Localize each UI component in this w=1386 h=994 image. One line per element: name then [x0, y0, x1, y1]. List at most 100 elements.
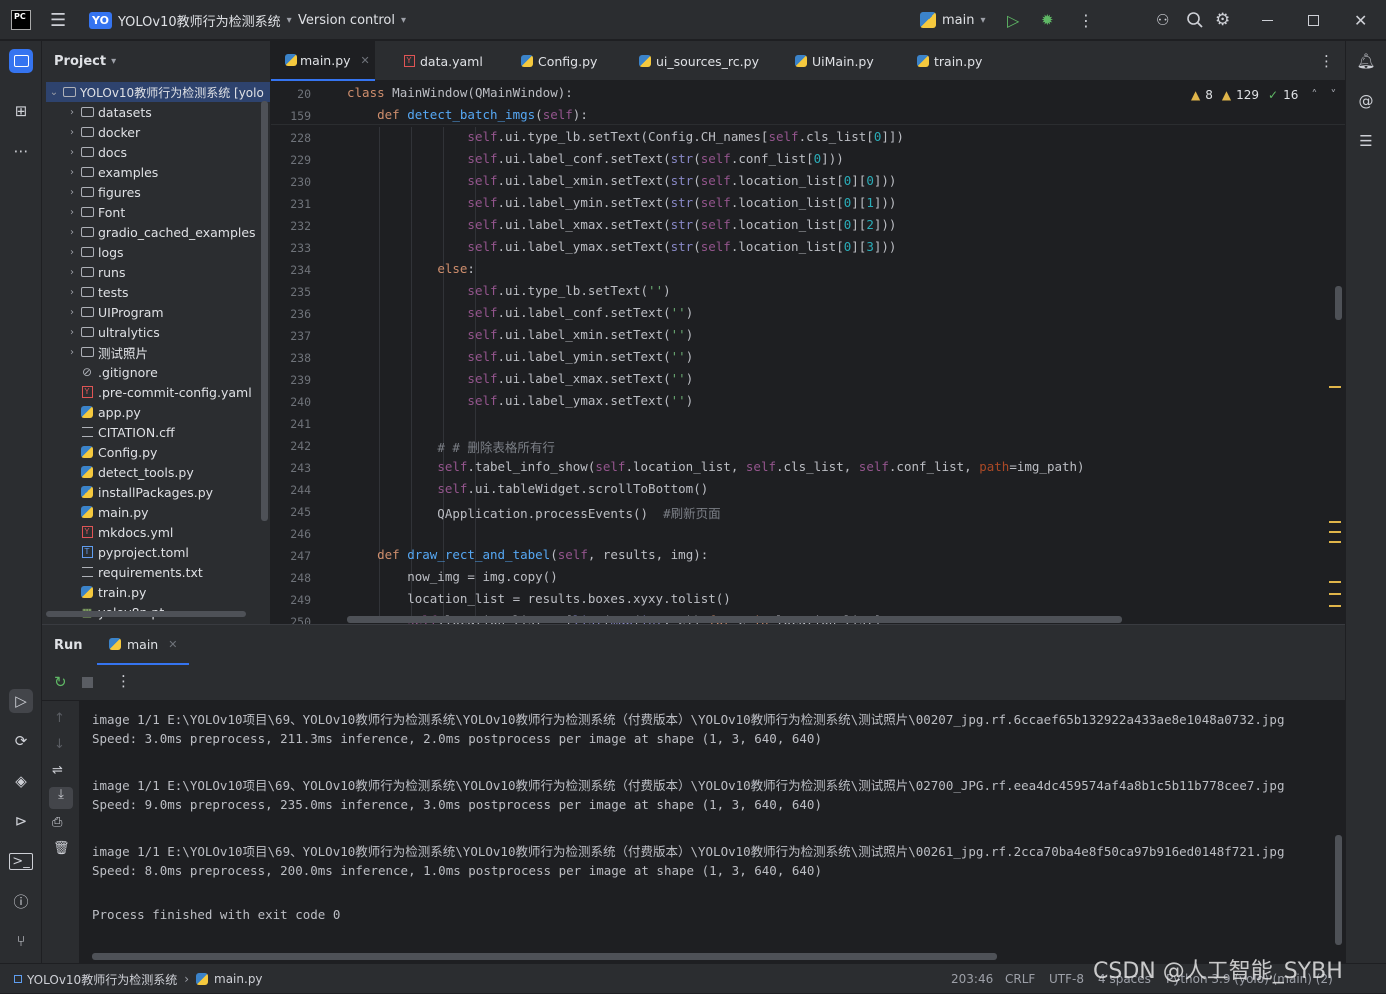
close-window-button[interactable]: ✕ [1354, 0, 1367, 40]
tree-item[interactable]: › UIProgram [65, 302, 164, 322]
python-packages-button[interactable]: ⟳ [9, 729, 33, 753]
console-scrollbar[interactable] [1335, 835, 1342, 945]
tree-item[interactable]: ⊘ .gitignore [65, 362, 158, 382]
tree-root[interactable]: ⌄ YOLOv10教师行为检测系统 [yolo [47, 82, 264, 102]
play-icon: ▷ [15, 692, 27, 710]
tree-item[interactable]: installPackages.py [65, 482, 213, 502]
tab-ui-sources-rc-py[interactable]: ui_sources_rc.py [623, 41, 773, 81]
code-line: self.ui.label_xmax.setText('') [467, 371, 694, 386]
version-control-menu[interactable]: Version control ▾ [298, 0, 406, 40]
scroll-down-button[interactable]: ↓ [54, 737, 65, 752]
tree-item[interactable]: › examples [65, 162, 158, 182]
editor-hscrollbar[interactable] [347, 616, 1122, 623]
inspection-widget[interactable]: ▲ 8 ▲ 129 ✓ 16 ˄ ˅ [1191, 85, 1336, 105]
warning-marker[interactable] [1329, 521, 1341, 523]
tree-item[interactable]: › datasets [65, 102, 152, 122]
warning-marker[interactable] [1329, 581, 1341, 583]
tree-item[interactable]: › tests [65, 282, 129, 302]
tab-options-button[interactable]: ⋮ [1319, 41, 1334, 81]
project-panel-header[interactable]: Project ▾ [54, 41, 116, 81]
tree-item[interactable]: › ultralytics [65, 322, 160, 342]
line-number: 244 [290, 483, 311, 497]
terminal-tool-button[interactable]: >_ [9, 849, 33, 873]
tree-item[interactable]: › figures [65, 182, 141, 202]
tree-item[interactable]: Config.py [65, 442, 157, 462]
more-options-button[interactable]: ⋮ [116, 672, 131, 690]
run-tab-main[interactable]: main ✕ [97, 625, 190, 665]
services-tool-button[interactable]: ⊳ [9, 809, 33, 833]
close-icon[interactable]: ✕ [361, 54, 370, 67]
tree-item[interactable]: › Font [65, 202, 125, 222]
pycharm-logo[interactable]: PC [11, 0, 31, 40]
close-icon[interactable]: ✕ [168, 638, 177, 651]
project-scrollbar[interactable] [261, 101, 268, 521]
stop-button[interactable] [82, 677, 93, 688]
tab-config-py[interactable]: Config.py [505, 41, 611, 81]
tree-item[interactable]: › logs [65, 242, 124, 262]
soft-wrap-button[interactable]: ⇌ [52, 763, 63, 778]
more-tools-button[interactable]: ⋯ [9, 139, 33, 163]
tree-item[interactable]: CITATION.cff [65, 422, 175, 442]
file-encoding[interactable]: UTF-8 [1049, 964, 1084, 994]
clear-button[interactable]: 🗑︎ [53, 841, 70, 856]
print-button[interactable]: ⎙ [52, 815, 62, 830]
project-tool-button[interactable] [9, 49, 33, 73]
warning-marker[interactable] [1329, 531, 1341, 533]
editor-scrollbar[interactable] [1335, 286, 1342, 320]
yaml-file-icon: Y [79, 385, 95, 399]
breadcrumb-project[interactable]: YOLOv10教师行为检测系统 [27, 971, 177, 988]
console-hscrollbar[interactable] [92, 953, 997, 960]
warning-marker[interactable] [1329, 593, 1341, 595]
tree-item[interactable]: detect_tools.py [65, 462, 194, 482]
main-menu-icon[interactable]: ☰ [50, 0, 66, 40]
tree-item[interactable]: Tpyproject.toml [65, 542, 189, 562]
caret-position[interactable]: 203:46 [951, 964, 993, 994]
git-tool-button[interactable]: ⑂ [9, 929, 33, 953]
maximize-button[interactable] [1308, 0, 1319, 40]
tree-item[interactable]: › gradio_cached_examples [65, 222, 256, 242]
settings-button[interactable]: ⚙ [1215, 0, 1230, 40]
tree-item[interactable]: Ymkdocs.yml [65, 522, 173, 542]
more-actions-button[interactable]: ⋮ [1078, 0, 1094, 40]
tab-main-py[interactable]: main.py ✕ [271, 41, 375, 81]
project-switcher[interactable]: YO YOLOv10教师行为检测系统 ▾ [89, 0, 292, 40]
debug-button[interactable]: ✹ [1041, 0, 1054, 40]
tab-train-py[interactable]: train.py [901, 41, 996, 81]
warning-marker[interactable] [1329, 386, 1341, 388]
minimize-button[interactable] [1262, 0, 1273, 40]
search-button[interactable] [1186, 0, 1204, 40]
tree-item[interactable]: requirements.txt [65, 562, 203, 582]
database-button[interactable]: ☰ [1354, 129, 1378, 153]
tab-uimain-py[interactable]: UiMain.py [779, 41, 888, 81]
tree-item[interactable]: Y .pre-commit-config.yaml [65, 382, 252, 402]
tab-data-yaml[interactable]: Ydata.yaml [387, 41, 497, 81]
notifications-button[interactable]: 🔔︎ [1354, 49, 1378, 73]
tree-item[interactable]: train.py [65, 582, 146, 602]
structure-tool-button[interactable]: ⊞ [9, 99, 33, 123]
line-number: 240 [290, 395, 311, 409]
tree-item[interactable]: › docker [65, 122, 140, 142]
warning-marker[interactable] [1329, 541, 1341, 543]
run-tool-button[interactable]: ▷ [9, 689, 33, 713]
tree-item[interactable]: › 测试照片 [65, 342, 148, 362]
scroll-to-end-button[interactable]: ⤓ [49, 787, 73, 809]
code-with-me-button[interactable]: ⚇ [1156, 0, 1169, 40]
problems-tool-button[interactable]: ⓘ [9, 889, 33, 913]
tree-item[interactable]: main.py [65, 502, 149, 522]
scroll-up-button[interactable]: ↑ [54, 711, 65, 726]
tree-item[interactable]: › runs [65, 262, 126, 282]
tree-item-label: app.py [98, 404, 141, 420]
project-hscrollbar[interactable] [42, 611, 270, 619]
code-editor[interactable]: 20 159 228 229 230 231 232 233 234 235 236 237 238 23… [271, 81, 1345, 624]
run-config-selector[interactable]: main ▾ [920, 0, 986, 40]
breadcrumb-file[interactable]: main.py [214, 972, 263, 986]
ai-assistant-button[interactable]: @ [1354, 89, 1378, 113]
layers-tool-button[interactable]: ◈ [9, 769, 33, 793]
line-separator[interactable]: CRLF [1005, 964, 1035, 994]
python-file-icon [79, 585, 95, 599]
rerun-button[interactable]: ↻ [54, 673, 67, 691]
warning-marker[interactable] [1329, 605, 1341, 607]
tree-item[interactable]: › docs [65, 142, 127, 162]
tree-item[interactable]: app.py [65, 402, 141, 422]
run-button[interactable]: ▷ [1007, 0, 1019, 40]
